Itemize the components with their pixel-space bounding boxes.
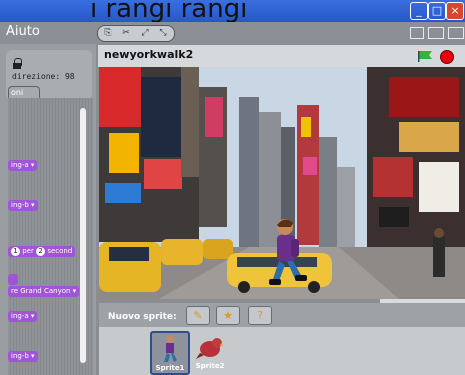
- block-backdrop-grand-canyon[interactable]: re Grand Canyon ▾: [8, 286, 80, 297]
- choose-sprite-button[interactable]: ★: [216, 306, 240, 325]
- normal-stage-icon[interactable]: [428, 27, 444, 39]
- folder-star-icon: ★: [223, 309, 233, 322]
- cursor-tools: ⎘ ✂ ⤢ ⤡: [97, 25, 175, 42]
- duplicate-icon[interactable]: ⎘: [100, 26, 116, 41]
- presentation-icon[interactable]: [448, 27, 464, 39]
- small-stage-icon[interactable]: [410, 27, 424, 39]
- sprite-thumbnail-sprite1[interactable]: Sprite1: [150, 331, 190, 375]
- sprite1-label: Sprite1: [155, 364, 185, 372]
- direction-label: direzione: 98: [12, 72, 75, 81]
- palette-scrollbar[interactable]: [80, 108, 86, 363]
- new-sprite-label: Nuovo sprite:: [108, 312, 177, 322]
- block-play-sound-b-2[interactable]: ing-b ▾: [8, 351, 38, 362]
- lock-body: [13, 63, 21, 69]
- sprite2-label: Sprite2: [195, 362, 225, 370]
- block-stub[interactable]: [8, 274, 18, 285]
- stage[interactable]: [99, 67, 465, 299]
- block-play-sound-a-2[interactable]: ing-a ▾: [8, 311, 38, 322]
- sprite-thumbnail-sprite2[interactable]: Sprite2: [192, 331, 228, 371]
- question-star-icon: ?: [257, 309, 263, 322]
- cut-icon[interactable]: ✂: [118, 26, 134, 41]
- paintbrush-star-icon: ✎: [193, 309, 203, 322]
- block-play-sound-a[interactable]: ing-a ▾: [8, 160, 38, 171]
- random-sprite-button[interactable]: ?: [248, 306, 272, 325]
- parrot-icon: [196, 338, 224, 359]
- menu-help[interactable]: Aiuto: [6, 24, 40, 39]
- maximize-button[interactable]: □: [428, 2, 446, 20]
- minimize-button[interactable]: _: [410, 2, 428, 20]
- walking-man-icon: [164, 335, 177, 362]
- walking-man-sprite[interactable]: [269, 217, 309, 292]
- green-flag-icon[interactable]: [418, 51, 432, 62]
- shrink-icon[interactable]: ⤡: [155, 26, 171, 41]
- block-say-for-seconds[interactable]: 1 per 2 second: [8, 246, 76, 257]
- block-play-sound-b[interactable]: ing-b ▾: [8, 200, 38, 211]
- window-title: ı rangı rangı: [90, 0, 248, 24]
- grow-icon[interactable]: ⤢: [137, 26, 153, 41]
- project-title: newyorkwalk2: [104, 48, 194, 61]
- close-button[interactable]: ×: [446, 2, 464, 20]
- paint-new-sprite-button[interactable]: ✎: [186, 306, 210, 325]
- stop-button[interactable]: [440, 50, 454, 64]
- menu-bar: [0, 22, 465, 44]
